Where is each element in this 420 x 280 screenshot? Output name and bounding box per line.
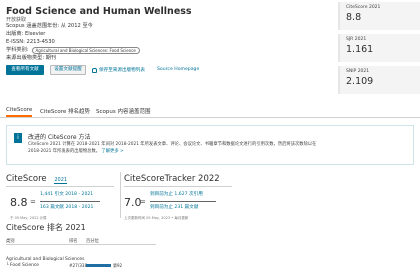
metric-value: 1.161 xyxy=(346,44,374,55)
metric-label: SNIP 2021 xyxy=(346,69,370,74)
info-icon: i xyxy=(14,133,22,143)
view-all-documents-button[interactable]: 查看所有文献 xyxy=(6,65,44,75)
bell-icon xyxy=(92,67,97,73)
save-to-list-link[interactable]: 保存至来源出版物列表 xyxy=(92,67,145,73)
fraction-line xyxy=(150,201,216,202)
issn: E-ISSN: 2213-4530 xyxy=(6,39,55,45)
metric-value: 2.109 xyxy=(346,76,374,87)
snip-metric: SNIP 2021 2.109 xyxy=(338,66,420,94)
info-box: i 改进的 CiteScore 方法 CiteScore 2021 计算在 20… xyxy=(6,125,414,165)
metric-value: 8.8 xyxy=(346,12,362,23)
citescore-label: CiteScore xyxy=(6,174,47,184)
tracker-citations-link[interactable]: 到目前为止 1,627 次引用 xyxy=(150,191,203,197)
percentile-value: 第92 xyxy=(113,263,123,268)
tracker-documents-link[interactable]: 到目前为止 231 篇文献 xyxy=(150,204,198,210)
page-title: Food Science and Human Wellness xyxy=(6,6,192,17)
tab-bar: CiteScore CiteScore 排名趋势 Scopus 内容涵盖范围 xyxy=(0,104,420,118)
open-access-label: 开放获取 xyxy=(6,17,27,23)
metric-label: SJR 2021 xyxy=(346,37,367,42)
table-row: Agricultural and Biological Sciences └ F… xyxy=(6,257,156,269)
set-alert-button[interactable]: 设置文献提醒 xyxy=(50,65,86,75)
metric-label: CiteScore 2021 xyxy=(346,5,381,10)
subject-area: 学科类别: Agricultural and Biological Scienc… xyxy=(6,47,140,54)
tab-citescore[interactable]: CiteScore xyxy=(6,107,33,117)
sjr-metric: SJR 2021 1.161 xyxy=(338,34,420,62)
rank-table-header: 类别 排名 百分位 xyxy=(6,238,156,245)
info-title: 改进的 CiteScore 方法 xyxy=(28,134,91,141)
citations-link[interactable]: 1,441 引文 2018 - 2021 xyxy=(40,191,93,197)
subject-chip[interactable]: Agricultural and Biological Sciences: Fo… xyxy=(31,47,140,54)
updated-date: 上次更新时间 05 May, 2023 • 每月更新 xyxy=(124,216,189,220)
citescore-metric: CiteScore 2021 8.8 xyxy=(338,2,420,30)
calculated-date: 于 05 May, 2022 计算 xyxy=(10,216,47,220)
fraction-line xyxy=(40,201,100,202)
col-percentile: 百分位 xyxy=(86,239,99,244)
learn-more-link[interactable]: 了解更多 > xyxy=(101,149,123,154)
documents-link[interactable]: 163 篇文献 2018 - 2021 xyxy=(40,204,93,210)
tracker-value: 7.0 xyxy=(124,196,142,209)
divider xyxy=(124,186,232,187)
equals-sign: = xyxy=(30,198,36,206)
rank-title: CiteScore 排名 2021 xyxy=(6,223,86,232)
info-body: CiteScore 2021 计算在 2018-2021 年间对 2018-20… xyxy=(28,142,317,154)
equals-sign: = xyxy=(140,198,146,206)
tab-scopus-coverage[interactable]: Scopus 内容涵盖范围 xyxy=(96,107,150,115)
year-selector[interactable]: 2021 xyxy=(54,177,68,184)
citescore-value: 8.8 xyxy=(10,196,28,209)
col-category: 类别 xyxy=(6,239,15,244)
save-to-list-label: 保存至来源出版物列表 xyxy=(99,68,145,73)
percentile-bar xyxy=(86,264,111,267)
publisher: 出版商: Elsevier xyxy=(6,31,46,37)
coverage-years: Scopus 涵盖范围年份: 从 2012 至今 xyxy=(6,23,93,29)
info-text: CiteScore 2021 计算在 2018-2021 年间对 2018-20… xyxy=(28,142,318,155)
vertical-divider xyxy=(120,172,121,218)
source-homepage-link[interactable]: Source Homepage xyxy=(157,67,199,72)
source-type: 来源出版物类型: 期刊 xyxy=(6,55,57,61)
divider xyxy=(6,186,114,187)
citescore-title: CiteScore 2021 xyxy=(6,174,68,184)
subject-label: 学科类别: xyxy=(6,47,29,53)
tab-citescore-rank-trend[interactable]: CiteScore 排名趋势 xyxy=(40,107,90,115)
rank-value: #27/338 xyxy=(69,263,88,268)
col-rank: 排名 xyxy=(69,239,78,244)
tracker-title: CiteScoreTracker 2022 xyxy=(124,174,220,184)
